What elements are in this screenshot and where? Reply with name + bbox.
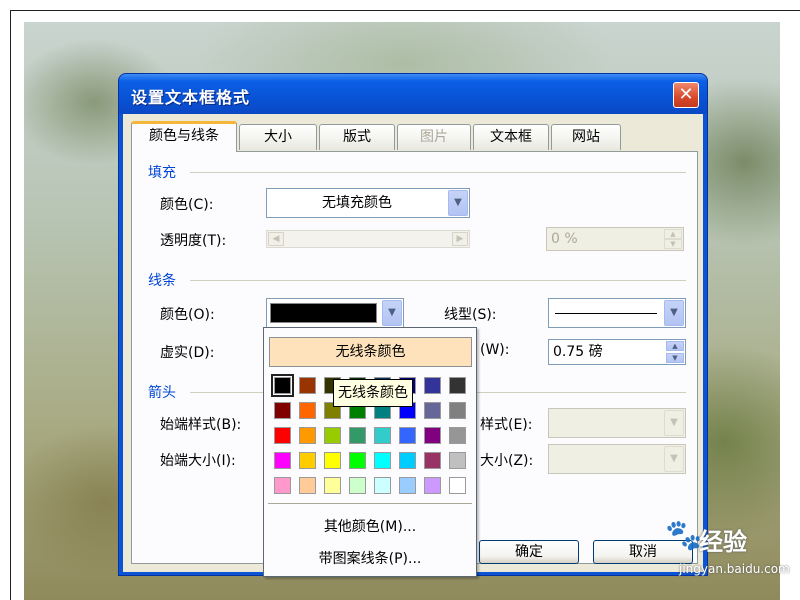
line-style-select[interactable]: ▼ — [548, 298, 686, 328]
color-swatch[interactable] — [374, 477, 391, 494]
line-divider — [190, 280, 686, 281]
line-color-select[interactable]: ▼ — [266, 298, 404, 328]
spinner-buttons[interactable]: ▲ ▼ — [666, 341, 684, 363]
line-style-label: 线型(S): — [444, 307, 497, 323]
fill-color-value: 无填充颜色 — [322, 195, 392, 211]
color-swatch[interactable] — [274, 427, 291, 444]
fill-color-label: 颜色(C): — [160, 197, 214, 213]
color-swatch[interactable] — [274, 402, 291, 419]
color-swatch[interactable] — [299, 477, 316, 494]
line-style-preview — [555, 313, 657, 314]
arrows-section-label: 箭头 — [148, 385, 176, 401]
color-swatch[interactable] — [299, 452, 316, 469]
color-swatch[interactable] — [349, 452, 366, 469]
dialog-title: 设置文本框格式 — [131, 88, 251, 107]
watermark-brand: 经验 — [699, 528, 747, 556]
tab-size[interactable]: 大小 — [239, 124, 317, 150]
fill-color-select[interactable]: 无填充颜色 ▼ — [266, 188, 470, 218]
color-swatch[interactable] — [324, 452, 341, 469]
color-swatch[interactable] — [424, 402, 441, 419]
transparency-value: 0 % — [551, 231, 578, 247]
chevron-down-icon: ▼ — [664, 446, 684, 472]
tooltip: 无线条颜色 — [333, 379, 413, 407]
begin-style-label: 始端样式(B): — [160, 417, 242, 433]
dialog-titlebar[interactable]: 设置文本框格式 ✕ — [119, 74, 707, 114]
paw-icon: 🐾 — [665, 518, 703, 553]
color-swatch[interactable] — [424, 427, 441, 444]
line-section-label: 线条 — [148, 273, 176, 289]
end-size-select: ▼ — [548, 444, 686, 474]
line-weight-label: (W): — [480, 342, 510, 358]
line-weight-value: 0.75 磅 — [553, 344, 603, 360]
color-swatch[interactable] — [449, 402, 466, 419]
no-line-color-option[interactable]: 无线条颜色 — [269, 337, 472, 367]
tab-textbox[interactable]: 文本框 — [473, 124, 549, 150]
color-swatch[interactable] — [424, 452, 441, 469]
color-swatch[interactable] — [274, 477, 291, 494]
chevron-down-icon[interactable]: ▼ — [382, 300, 402, 326]
end-style-label: 样式(E): — [480, 417, 533, 433]
color-swatch[interactable] — [399, 427, 416, 444]
color-swatch[interactable] — [374, 452, 391, 469]
color-swatch[interactable] — [399, 477, 416, 494]
popup-separator — [268, 503, 472, 504]
color-swatch[interactable] — [271, 374, 294, 397]
close-button[interactable]: ✕ — [673, 82, 699, 108]
color-swatch[interactable] — [424, 377, 441, 394]
tab-layout[interactable]: 版式 — [319, 124, 395, 150]
transparency-label: 透明度(T): — [160, 233, 227, 249]
slider-left-icon: ◀ — [268, 232, 284, 246]
chevron-down-icon[interactable]: ▼ — [664, 300, 684, 326]
color-swatch[interactable] — [324, 427, 341, 444]
line-color-label: 颜色(O): — [160, 307, 215, 323]
transparency-spinner: 0 % ▲ ▼ — [546, 227, 684, 251]
color-swatch[interactable] — [399, 452, 416, 469]
more-colors-option[interactable]: 其他颜色(M)... — [264, 516, 476, 536]
fill-section-label: 填充 — [148, 165, 176, 181]
line-color-preview — [270, 303, 377, 323]
tab-colors-and-lines[interactable]: 颜色与线条 — [131, 121, 237, 152]
spin-down-icon: ▼ — [664, 239, 682, 249]
line-weight-spinner[interactable]: 0.75 磅 ▲ ▼ — [548, 339, 686, 365]
color-swatch[interactable] — [349, 427, 366, 444]
color-swatch[interactable] — [449, 427, 466, 444]
color-swatch[interactable] — [449, 452, 466, 469]
color-swatch[interactable] — [449, 477, 466, 494]
spin-up-icon: ▲ — [664, 229, 682, 239]
slider-right-icon: ▶ — [452, 232, 468, 246]
color-swatch[interactable] — [424, 477, 441, 494]
close-icon: ✕ — [678, 84, 694, 105]
spin-down-icon[interactable]: ▼ — [666, 353, 684, 363]
watermark-url: jingyan.baidu.com — [679, 562, 790, 576]
transparency-slider: ◀ ▶ — [266, 230, 470, 248]
spinner-buttons: ▲ ▼ — [664, 229, 682, 249]
spin-up-icon[interactable]: ▲ — [666, 341, 684, 351]
chevron-down-icon[interactable]: ▼ — [448, 190, 468, 216]
line-color-popup: 无线条颜色 其他颜色(M)... 带图案线条(P)... — [263, 327, 477, 577]
color-swatch[interactable] — [324, 477, 341, 494]
color-swatch[interactable] — [299, 427, 316, 444]
color-swatch[interactable] — [449, 377, 466, 394]
tab-picture: 图片 — [397, 124, 471, 150]
end-size-label: 大小(Z): — [480, 453, 534, 469]
color-swatch[interactable] — [374, 427, 391, 444]
color-swatch[interactable] — [299, 402, 316, 419]
ok-button[interactable]: 确定 — [479, 540, 579, 564]
color-swatch[interactable] — [299, 377, 316, 394]
patterned-lines-option[interactable]: 带图案线条(P)... — [264, 548, 476, 568]
tab-web[interactable]: 网站 — [551, 124, 621, 150]
end-style-select: ▼ — [548, 408, 686, 438]
chevron-down-icon: ▼ — [664, 410, 684, 436]
fill-divider — [190, 172, 686, 173]
color-swatch[interactable] — [349, 477, 366, 494]
dash-label: 虚实(D): — [160, 345, 215, 361]
begin-size-label: 始端大小(I): — [160, 453, 236, 469]
color-swatch[interactable] — [274, 452, 291, 469]
